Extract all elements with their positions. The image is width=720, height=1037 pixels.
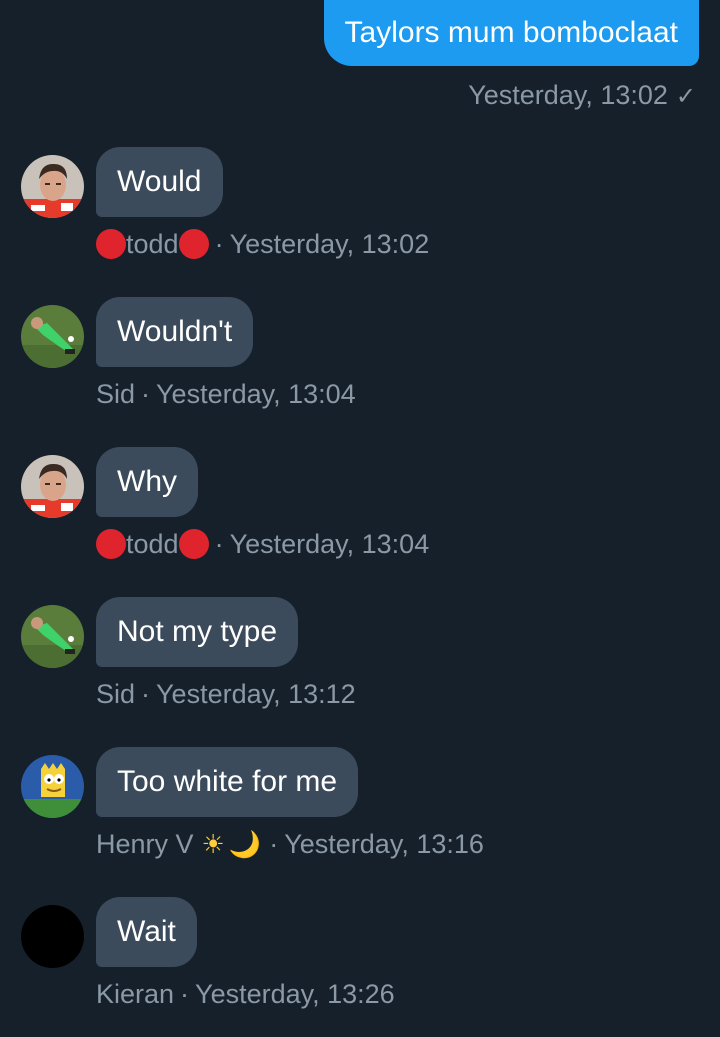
separator: · xyxy=(214,229,224,259)
racing-driver-avatar xyxy=(21,155,84,218)
goalkeeper-avatar xyxy=(21,305,84,368)
avatar[interactable] xyxy=(21,605,84,668)
message-bubble[interactable]: Would xyxy=(96,147,223,217)
message-item: Wouldn't Sid · Yesterday, 13:04 xyxy=(0,297,720,437)
outgoing-timestamp: Yesterday, 13:02 xyxy=(468,80,668,110)
separator: · xyxy=(214,529,224,559)
black-avatar xyxy=(21,905,84,968)
message-item: Would todd · Yesterday, 13:02 xyxy=(0,147,720,287)
avatar[interactable] xyxy=(21,905,84,968)
message-timestamp: Yesterday, 13:02 xyxy=(229,229,430,259)
message-meta: Sid · Yesterday, 13:12 xyxy=(96,677,356,711)
message-meta: todd · Yesterday, 13:04 xyxy=(96,527,429,561)
message-timestamp: Yesterday, 13:26 xyxy=(195,979,395,1009)
outgoing-message-text: Taylors mum bomboclaat xyxy=(344,16,678,49)
message-meta: Henry V ☀ 🌙 · Yesterday, 13:16 xyxy=(96,827,484,861)
message-item: Too white for me Henry V ☀ 🌙 · Yesterday… xyxy=(0,747,720,887)
message-bubble[interactable]: Wait xyxy=(96,897,197,967)
separator: · xyxy=(269,829,279,859)
check-icon: ✓ xyxy=(675,83,696,110)
separator: · xyxy=(180,979,190,1009)
message-timestamp: Yesterday, 13:04 xyxy=(229,529,430,559)
message-text: Wait xyxy=(117,915,176,948)
message-text: Would xyxy=(117,165,202,198)
message-meta: Sid · Yesterday, 13:04 xyxy=(96,377,356,411)
message-text: Why xyxy=(117,465,177,498)
message-timestamp: Yesterday, 13:12 xyxy=(156,679,356,709)
avatar[interactable] xyxy=(21,155,84,218)
red-circle-icon xyxy=(96,229,126,259)
message-bubble[interactable]: Why xyxy=(96,447,198,517)
red-circle-icon xyxy=(178,529,209,559)
red-circle-icon xyxy=(96,529,126,559)
sender-name[interactable]: Henry V xyxy=(96,827,194,861)
sender-name[interactable]: todd xyxy=(126,227,179,261)
message-timestamp: Yesterday, 13:04 xyxy=(156,379,356,409)
message-text: Too white for me xyxy=(117,765,338,798)
sender-name[interactable]: Sid xyxy=(96,377,135,411)
sender-name[interactable]: Sid xyxy=(96,677,135,711)
message-item: Wait Kieran · Yesterday, 13:26 xyxy=(0,897,720,1037)
sender-name[interactable]: Kieran xyxy=(96,977,174,1011)
message-timestamp: Yesterday, 13:16 xyxy=(284,829,484,859)
message-meta: Kieran · Yesterday, 13:26 xyxy=(96,977,395,1011)
goalkeeper-avatar xyxy=(21,605,84,668)
outgoing-message-bubble[interactable]: Taylors mum bomboclaat xyxy=(323,0,699,66)
sun-icon: ☀ xyxy=(201,829,225,859)
message-bubble[interactable]: Too white for me xyxy=(96,747,359,817)
outgoing-message-meta: Yesterday, 13:02 ✓ xyxy=(468,78,696,114)
message-bubble[interactable]: Not my type xyxy=(96,597,299,667)
message-bubble[interactable]: Wouldn't xyxy=(96,297,254,367)
red-circle-icon xyxy=(178,229,209,259)
message-meta: todd · Yesterday, 13:02 xyxy=(96,227,429,261)
message-text: Not my type xyxy=(117,615,278,648)
cartoon-avatar xyxy=(21,755,84,818)
avatar[interactable] xyxy=(21,305,84,368)
separator: · xyxy=(141,379,151,409)
message-item: Not my type Sid · Yesterday, 13:12 xyxy=(0,597,720,737)
sender-name[interactable]: todd xyxy=(126,527,179,561)
avatar[interactable] xyxy=(21,455,84,518)
message-text: Wouldn't xyxy=(117,315,233,348)
racing-driver-avatar xyxy=(21,455,84,518)
crescent-moon-icon: 🌙 xyxy=(228,829,262,859)
separator: · xyxy=(141,679,151,709)
avatar[interactable] xyxy=(21,755,84,818)
message-item: Why todd · Yesterday, 13:04 xyxy=(0,447,720,587)
